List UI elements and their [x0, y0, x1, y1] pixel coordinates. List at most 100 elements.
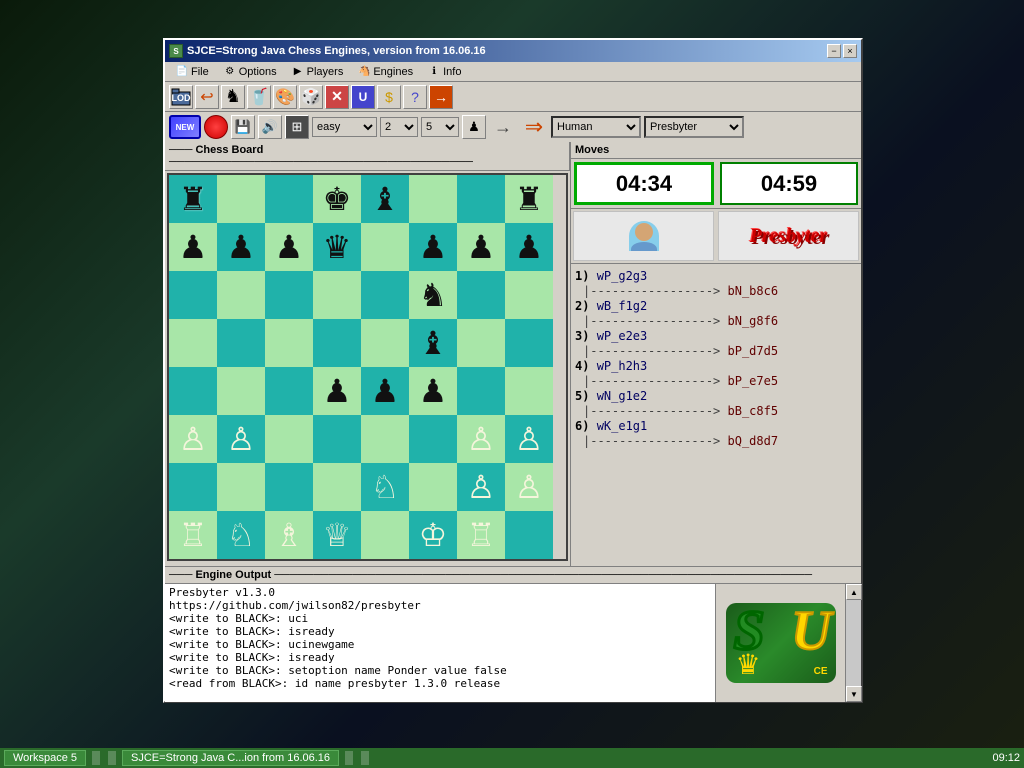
cell-e3[interactable] — [361, 415, 409, 463]
help-btn[interactable]: ? — [403, 85, 427, 109]
sound-icon-btn[interactable]: 🔊 — [258, 115, 282, 139]
board2-icon-btn[interactable]: ♟ — [462, 115, 486, 139]
cell-b6[interactable] — [217, 271, 265, 319]
save-icon-btn[interactable]: 💾 — [231, 115, 255, 139]
cell-d3[interactable] — [313, 415, 361, 463]
next-btn[interactable]: → — [429, 85, 453, 109]
cell-f3[interactable] — [409, 415, 457, 463]
cell-b4[interactable] — [217, 367, 265, 415]
cell-g7[interactable]: ♟ — [457, 223, 505, 271]
cell-c1[interactable]: ♗ — [265, 511, 313, 559]
moves-list[interactable]: 1) wP_g2g3 |-----------------> bN_b8c6 2… — [571, 264, 861, 566]
close2-btn[interactable]: ✕ — [325, 85, 349, 109]
level1-select[interactable]: 2 3 4 — [380, 117, 418, 137]
cell-g4[interactable] — [457, 367, 505, 415]
cell-h8[interactable]: ♜ — [505, 175, 553, 223]
menu-players[interactable]: ▶ Players — [285, 63, 350, 81]
cell-a1[interactable]: ♖ — [169, 511, 217, 559]
cell-f8[interactable] — [409, 175, 457, 223]
cup-btn[interactable]: 🥤 — [247, 85, 271, 109]
arrow-fast-btn[interactable]: ⇒ — [520, 115, 548, 139]
cell-c4[interactable] — [265, 367, 313, 415]
cell-c6[interactable] — [265, 271, 313, 319]
scroll-track[interactable] — [846, 600, 861, 686]
cell-h1[interactable] — [505, 511, 553, 559]
cell-e4[interactable]: ♟ — [361, 367, 409, 415]
cell-c7[interactable]: ♟ — [265, 223, 313, 271]
cell-e8[interactable]: ♝ — [361, 175, 409, 223]
cell-e2[interactable]: ♘ — [361, 463, 409, 511]
cell-h7[interactable]: ♟ — [505, 223, 553, 271]
cell-d5[interactable] — [313, 319, 361, 367]
scroll-down-btn[interactable]: ▼ — [846, 686, 862, 702]
cell-f7[interactable]: ♟ — [409, 223, 457, 271]
cell-h5[interactable] — [505, 319, 553, 367]
cell-c2[interactable] — [265, 463, 313, 511]
cell-g6[interactable] — [457, 271, 505, 319]
cell-b5[interactable] — [217, 319, 265, 367]
taskbar-workspace[interactable]: Workspace 5 — [4, 750, 86, 766]
arrow-right-btn[interactable]: → — [489, 115, 517, 139]
cell-a2[interactable] — [169, 463, 217, 511]
cell-a6[interactable] — [169, 271, 217, 319]
cell-a7[interactable]: ♟ — [169, 223, 217, 271]
taskbar-app[interactable]: SJCE=Strong Java C...ion from 16.06.16 — [122, 750, 339, 766]
cell-e1[interactable] — [361, 511, 409, 559]
u-btn[interactable]: U — [351, 85, 375, 109]
cell-g1[interactable]: ♖ — [457, 511, 505, 559]
cell-a8[interactable]: ♜ — [169, 175, 217, 223]
cell-h2[interactable]: ♙ — [505, 463, 553, 511]
menu-info[interactable]: ℹ Info — [421, 63, 467, 81]
white-player-select[interactable]: Human Computer — [551, 116, 641, 138]
cell-a4[interactable] — [169, 367, 217, 415]
money-btn[interactable]: $ — [377, 85, 401, 109]
cell-b7[interactable]: ♟ — [217, 223, 265, 271]
difficulty-select[interactable]: easy medium hard — [312, 117, 377, 137]
cell-h3[interactable]: ♙ — [505, 415, 553, 463]
cell-h6[interactable] — [505, 271, 553, 319]
cell-e6[interactable] — [361, 271, 409, 319]
cell-g3[interactable]: ♙ — [457, 415, 505, 463]
engine-text[interactable]: Presbyter v1.3.0 https://github.com/jwil… — [165, 584, 715, 702]
cell-a5[interactable] — [169, 319, 217, 367]
cell-g2[interactable]: ♙ — [457, 463, 505, 511]
undo-btn[interactable]: ↩ — [195, 85, 219, 109]
level2-select[interactable]: 5 10 15 — [421, 117, 459, 137]
stop-button[interactable] — [204, 115, 228, 139]
close-button[interactable]: × — [843, 44, 857, 58]
cell-b1[interactable]: ♘ — [217, 511, 265, 559]
cell-d7[interactable]: ♛ — [313, 223, 361, 271]
minimize-button[interactable]: − — [827, 44, 841, 58]
cell-b2[interactable] — [217, 463, 265, 511]
cell-f6[interactable]: ♞ — [409, 271, 457, 319]
cell-d8[interactable]: ♚ — [313, 175, 361, 223]
cell-c5[interactable] — [265, 319, 313, 367]
cell-f4[interactable]: ♟ — [409, 367, 457, 415]
cell-g5[interactable] — [457, 319, 505, 367]
cell-e5[interactable] — [361, 319, 409, 367]
cell-c8[interactable] — [265, 175, 313, 223]
new-button[interactable]: NEW — [169, 115, 201, 139]
scroll-up-btn[interactable]: ▲ — [846, 584, 862, 600]
menu-options[interactable]: ⚙ Options — [217, 63, 283, 81]
color-btn[interactable]: 🎨 — [273, 85, 297, 109]
cell-h4[interactable] — [505, 367, 553, 415]
cell-a3[interactable]: ♙ — [169, 415, 217, 463]
board-icon-btn[interactable]: ⊞ — [285, 115, 309, 139]
knight-btn[interactable]: ♞ — [221, 85, 245, 109]
cell-f5[interactable]: ♝ — [409, 319, 457, 367]
cell-d6[interactable] — [313, 271, 361, 319]
cell-d1[interactable]: ♕ — [313, 511, 361, 559]
cell-d2[interactable] — [313, 463, 361, 511]
cell-b3[interactable]: ♙ — [217, 415, 265, 463]
cell-f2[interactable] — [409, 463, 457, 511]
menu-file[interactable]: 📄 File — [169, 63, 215, 81]
menu-engines[interactable]: 🐴 Engines — [351, 63, 419, 81]
load-btn[interactable]: LOD — [169, 85, 193, 109]
chess-board[interactable]: ♜ ♚ ♝ ♜ ♟ ♟ ♟ ♛ ♟ — [167, 173, 568, 561]
cell-c3[interactable] — [265, 415, 313, 463]
cell-g8[interactable] — [457, 175, 505, 223]
cell-f1[interactable]: ♔ — [409, 511, 457, 559]
cell-d4[interactable]: ♟ — [313, 367, 361, 415]
black-player-select[interactable]: Presbyter Human Computer — [644, 116, 744, 138]
